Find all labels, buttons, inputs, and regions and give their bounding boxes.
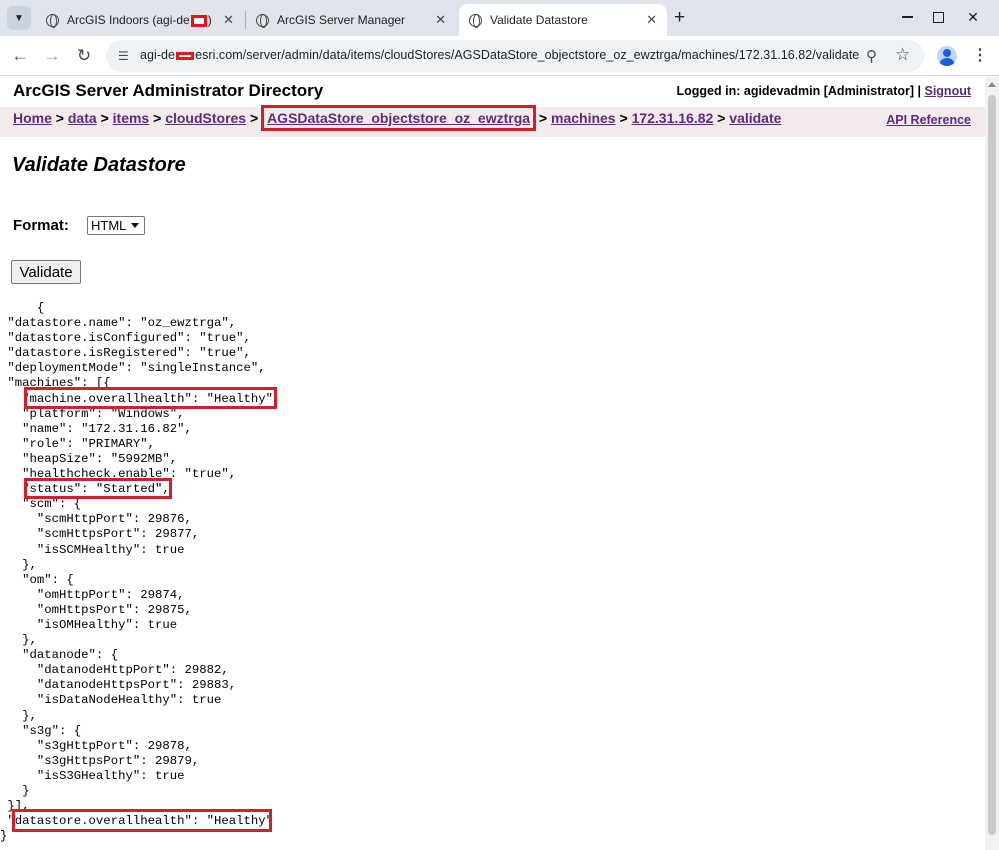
address-bar[interactable]: ☰ agi-de esri.com/server/admin/data/items…: [106, 40, 924, 72]
highlight-box: AGSDataStore_objectstore_oz_ewztrga: [261, 105, 536, 131]
globe-icon: [46, 14, 59, 27]
site-title: ArcGIS Server Administrator Directory: [13, 81, 323, 101]
breadcrumb-separator: >: [101, 110, 109, 126]
tab-title-suffix: ): [208, 13, 212, 27]
breadcrumb-datastore[interactable]: AGSDataStore_objectstore_oz_ewztrga: [267, 110, 530, 126]
scroll-up-icon[interactable]: [988, 82, 996, 87]
json-output: { "datastore.name": "oz_ewztrga", "datas…: [0, 301, 280, 844]
tab-arcgis-indoors[interactable]: ArcGIS Indoors (agi-de) ✕: [36, 4, 244, 36]
page-viewport: ArcGIS Server Administrator Directory Lo…: [0, 77, 985, 850]
tab-arcgis-server-manager[interactable]: ArcGIS Server Manager ✕: [246, 4, 456, 36]
breadcrumb-separator: >: [619, 110, 627, 126]
vertical-scrollbar[interactable]: [985, 77, 999, 850]
kebab-menu-icon[interactable]: ⋮: [972, 45, 988, 65]
forward-arrow-icon[interactable]: →: [40, 44, 64, 68]
signout-link[interactable]: Signout: [924, 84, 971, 98]
url-suffix: esri.com/server/admin/data/items/cloudSt…: [195, 48, 859, 62]
breadcrumb: Home > data > items > cloudStores > AGSD…: [13, 110, 781, 126]
breadcrumb-separator: >: [539, 110, 547, 126]
url-text[interactable]: agi-de esri.com/server/admin/data/items/c…: [140, 48, 859, 62]
breadcrumb-items[interactable]: items: [113, 110, 150, 126]
close-icon[interactable]: ✕: [646, 12, 657, 28]
reload-icon[interactable]: ↻: [72, 44, 96, 68]
close-icon[interactable]: ✕: [223, 12, 234, 28]
api-reference-link[interactable]: API Reference: [886, 113, 971, 127]
globe-icon: [469, 14, 482, 27]
format-label: Format:: [13, 217, 69, 234]
api-reference: API Reference: [886, 113, 971, 127]
format-selected-value: HTML: [91, 218, 126, 233]
tab-validate-datastore[interactable]: Validate Datastore ✕: [459, 4, 667, 36]
back-arrow-icon[interactable]: ←: [8, 44, 32, 68]
window-close-icon[interactable]: ✕: [958, 6, 988, 28]
minimize-icon[interactable]: [892, 6, 922, 28]
page-title: Validate Datastore: [12, 154, 186, 177]
star-icon[interactable]: ☆: [895, 45, 910, 65]
breadcrumb-separator: >: [56, 110, 64, 126]
login-status: Logged in: agidevadmin [Administrator] |…: [677, 84, 971, 98]
breadcrumb-validate[interactable]: validate: [729, 110, 781, 126]
redaction-mark: [191, 15, 207, 27]
new-tab-icon[interactable]: +: [674, 8, 685, 28]
tab-strip: ▼ ArcGIS Indoors (agi-de) ✕ ArcGIS Serve…: [0, 0, 999, 36]
breadcrumb-home[interactable]: Home: [13, 110, 52, 126]
browser-toolbar: ← → ↻ ☰ agi-de esri.com/server/admin/data…: [0, 36, 999, 76]
breadcrumb-separator: >: [250, 110, 258, 126]
zoom-icon[interactable]: ⚲: [866, 47, 877, 65]
validate-button[interactable]: Validate: [11, 260, 81, 284]
login-text: Logged in: agidevadmin [Administrator] |: [677, 84, 921, 98]
breadcrumb-machine-ip[interactable]: 172.31.16.82: [632, 110, 714, 126]
url-prefix: agi-de: [140, 48, 175, 62]
tab-title: Validate Datastore: [490, 13, 588, 27]
close-icon[interactable]: ✕: [435, 12, 446, 28]
breadcrumb-separator: >: [717, 110, 725, 126]
breadcrumb-cloudstores[interactable]: cloudStores: [165, 110, 246, 126]
breadcrumb-data[interactable]: data: [68, 110, 97, 126]
chevron-down-icon[interactable]: ▼: [7, 6, 31, 30]
profile-icon[interactable]: [937, 46, 957, 66]
tune-icon[interactable]: ☰: [118, 49, 129, 63]
tab-title: ArcGIS Indoors (agi-de: [67, 13, 190, 27]
breadcrumb-separator: >: [153, 110, 161, 126]
tab-title: ArcGIS Server Manager: [277, 13, 405, 27]
maximize-icon[interactable]: [923, 6, 953, 28]
breadcrumb-machines[interactable]: machines: [551, 110, 616, 126]
format-select[interactable]: HTML: [87, 216, 145, 235]
redaction-mark: [176, 52, 194, 60]
admin-header: ArcGIS Server Administrator Directory Lo…: [0, 77, 985, 137]
scroll-thumb[interactable]: [988, 95, 996, 835]
globe-icon: [256, 14, 269, 27]
